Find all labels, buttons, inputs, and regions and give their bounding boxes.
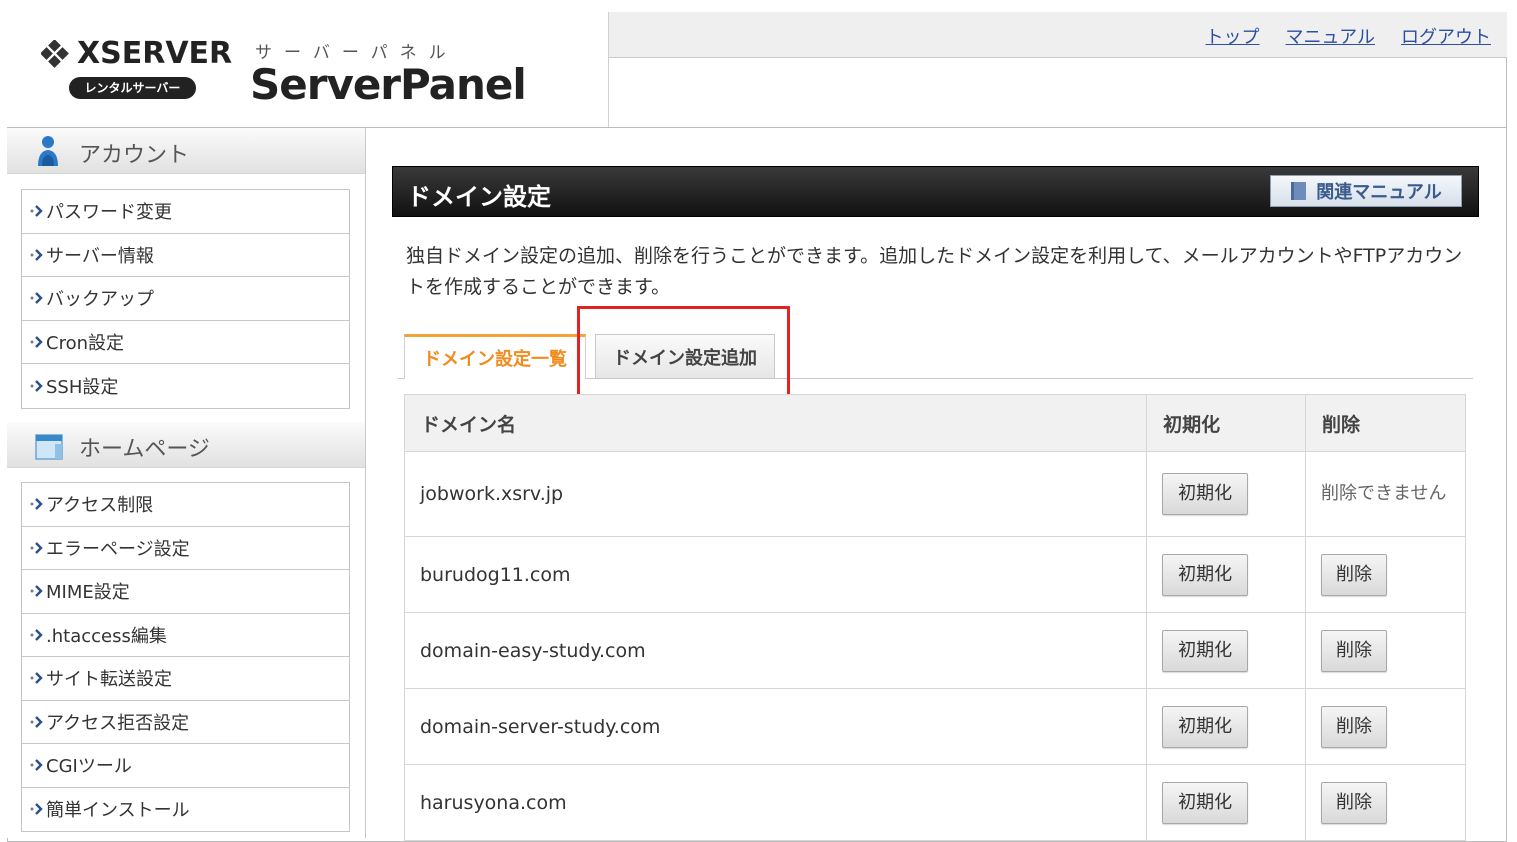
panel-title: ServerPanel (250, 60, 527, 109)
page-description: 独自ドメイン設定の追加、削除を行うことができます。追加したドメイン設定を利用して… (406, 245, 1463, 298)
arrow-icon (30, 715, 43, 728)
table-row: domain-server-study.com 初期化 削除 (403, 688, 1466, 765)
table-row: harusyona.com 初期化 削除 (403, 764, 1466, 841)
domain-table: ドメイン名 初期化 削除 jobwork.xsrv.jp 初期化 削除できません… (403, 394, 1466, 841)
sidebar-item-label: 簡単インストール (46, 800, 190, 822)
arrow-icon (30, 672, 43, 685)
sidebar-item-mime[interactable]: MIME設定 (22, 570, 349, 614)
sidebar-item-label: サーバー情報 (46, 245, 154, 267)
sidebar-item-ssh[interactable]: SSH設定 (22, 364, 349, 408)
arrow-icon (30, 759, 43, 772)
domain-name: harusyona.com (403, 764, 1148, 841)
init-button[interactable]: 初期化 (1162, 781, 1249, 824)
sidebar-item-label: パスワード変更 (46, 202, 172, 224)
delete-button[interactable]: 削除 (1321, 705, 1387, 748)
init-button[interactable]: 初期化 (1162, 629, 1249, 672)
column-header-init: 初期化 (1146, 394, 1306, 452)
sidebar-item-cgi-tool[interactable]: CGIツール (22, 744, 349, 788)
sidebar-item-site-redirect[interactable]: サイト転送設定 (22, 657, 349, 701)
table-header-row: ドメイン名 初期化 削除 (403, 394, 1466, 452)
related-manual-button[interactable]: 関連マニュアル (1270, 175, 1462, 207)
domain-name: domain-easy-study.com (403, 612, 1148, 689)
delete-button[interactable]: 削除 (1321, 553, 1387, 596)
tab-domain-list[interactable]: ドメイン設定一覧 (404, 334, 586, 379)
arrow-icon (30, 248, 43, 261)
sidebar: アカウント パスワード変更 サーバー情報 バックアップ Cron設定 SSH設定… (7, 128, 366, 838)
top-nav-bar: トップ マニュアル ログアウト (609, 12, 1507, 58)
domain-name: burudog11.com (403, 536, 1148, 613)
sidebar-item-htaccess[interactable]: .htaccess編集 (22, 614, 349, 657)
brand-name: XSERVER (77, 36, 233, 71)
arrow-icon (30, 803, 43, 816)
user-icon (38, 136, 58, 166)
homepage-icon (35, 434, 63, 460)
sidebar-item-label: CGIツール (46, 756, 132, 778)
domain-name: domain-server-study.com (403, 688, 1148, 765)
init-button[interactable]: 初期化 (1162, 553, 1249, 596)
sidebar-item-label: SSH設定 (46, 376, 119, 398)
arrow-icon (30, 379, 43, 392)
column-header-delete: 削除 (1305, 394, 1466, 452)
page-header: ドメイン設定 関連マニュアル (392, 166, 1479, 217)
sidebar-item-cron[interactable]: Cron設定 (22, 321, 349, 364)
sidebar-item-password[interactable]: パスワード変更 (22, 190, 349, 234)
sidebar-item-easy-install[interactable]: 簡単インストール (22, 788, 349, 832)
table-row: jobwork.xsrv.jp 初期化 削除できません (403, 451, 1466, 537)
sidebar-item-label: アクセス制限 (46, 495, 154, 517)
sidebar-section-account: アカウント (7, 128, 365, 174)
sidebar-item-label: MIME設定 (46, 582, 130, 604)
brand-subtitle: レンタルサーバー (69, 77, 196, 99)
sidebar-item-backup[interactable]: バックアップ (22, 277, 349, 321)
sidebar-item-label: サイト転送設定 (46, 669, 172, 691)
arrow-icon (30, 335, 43, 348)
nav-manual-link[interactable]: マニュアル (1286, 23, 1375, 49)
delete-unavailable-text: 削除できません (1321, 483, 1447, 504)
arrow-icon (30, 541, 43, 554)
domain-name: jobwork.xsrv.jp (403, 451, 1148, 537)
sidebar-item-label: バックアップ (46, 289, 154, 311)
highlight-box (577, 306, 790, 403)
book-icon (1291, 182, 1307, 200)
arrow-icon (30, 292, 43, 305)
delete-button[interactable]: 削除 (1321, 781, 1387, 824)
init-button[interactable]: 初期化 (1162, 705, 1249, 748)
arrow-icon (30, 205, 43, 218)
sidebar-item-server-info[interactable]: サーバー情報 (22, 234, 349, 277)
logo-area: XSERVER レンタルサーバー サーバーパネル ServerPanel (7, 12, 609, 127)
table-row: domain-easy-study.com 初期化 削除 (403, 612, 1466, 689)
arrow-icon (30, 628, 43, 641)
arrow-icon (30, 498, 43, 511)
nav-top-link[interactable]: トップ (1206, 23, 1260, 49)
sidebar-item-access-deny[interactable]: アクセス拒否設定 (22, 701, 349, 744)
delete-button[interactable]: 削除 (1321, 629, 1387, 672)
top-nav: トップ マニュアル ログアウト (1206, 23, 1491, 49)
nav-logout-link[interactable]: ログアウト (1401, 23, 1491, 49)
init-button[interactable]: 初期化 (1162, 473, 1249, 515)
sidebar-menu-account: パスワード変更 サーバー情報 バックアップ Cron設定 SSH設定 (21, 189, 350, 409)
xserver-logo-icon (41, 40, 69, 68)
sidebar-section-title: ホームページ (79, 437, 210, 462)
sidebar-item-label: .htaccess編集 (46, 625, 167, 647)
sidebar-item-label: アクセス拒否設定 (46, 712, 190, 734)
sidebar-item-label: Cron設定 (46, 332, 124, 354)
sidebar-item-error-page[interactable]: エラーページ設定 (22, 527, 349, 570)
sidebar-menu-homepage: アクセス制限 エラーページ設定 MIME設定 .htaccess編集 サイト転送… (21, 482, 350, 832)
sidebar-item-access-limit[interactable]: アクセス制限 (22, 483, 349, 527)
related-manual-label: 関連マニュアル (1316, 182, 1442, 203)
sidebar-section-title: アカウント (79, 143, 190, 168)
header: XSERVER レンタルサーバー サーバーパネル ServerPanel トップ… (7, 12, 1507, 128)
column-header-domain: ドメイン名 (403, 394, 1148, 452)
page-title: ドメイン設定 (407, 183, 551, 211)
sidebar-section-homepage: ホームページ (7, 422, 365, 468)
arrow-icon (30, 585, 43, 598)
table-row: burudog11.com 初期化 削除 (403, 536, 1466, 613)
sidebar-item-label: エラーページ設定 (46, 538, 190, 560)
